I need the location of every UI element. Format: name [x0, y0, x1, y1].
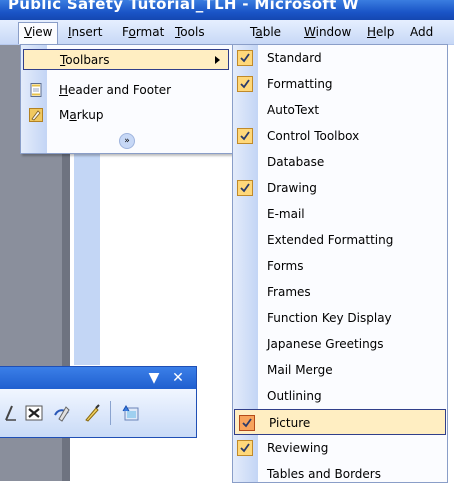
toolbar-item-extended-formatting[interactable]: Extended Formatting [233, 227, 447, 253]
toolbar-item-frames[interactable]: Frames [233, 279, 447, 305]
toolbar-separator [110, 401, 111, 425]
menu-bar: View Insert Format Tools Table Window He… [0, 20, 454, 45]
toolbar-item-formatting[interactable]: Formatting [233, 71, 447, 97]
toolbar-item-japanese-greetings[interactable]: Japanese Greetings [233, 331, 447, 357]
window-title: Public Safety Tutorial_TLH - Microsoft W [8, 0, 360, 13]
checkmark-icon [237, 128, 253, 144]
toolbar-item-label: Tables and Borders [267, 467, 381, 481]
menu-add-ins[interactable]: Add [405, 23, 438, 41]
toolbar-options-icon[interactable]: ▼ [146, 370, 162, 386]
toolbar-item-label: Function Key Display [267, 311, 392, 325]
crop-icon[interactable] [2, 403, 22, 423]
menu-window[interactable]: Window [299, 23, 356, 41]
toolbar-item-label: Outlining [267, 389, 322, 403]
picture-toolbar: ▼ ✕ [0, 366, 197, 438]
toolbar-item-label: Standard [267, 51, 322, 65]
toolbar-item-label: Database [267, 155, 325, 169]
picture-toolbar-body [0, 389, 196, 437]
reset-picture-icon[interactable] [120, 403, 140, 423]
markup-icon [29, 108, 43, 122]
checkmark-icon [237, 76, 253, 92]
view-menu-item-toolbars[interactable]: Toolbars [23, 49, 229, 70]
toolbar-item-label: AutoText [267, 103, 320, 117]
view-menu-item-header-footer[interactable]: Header and Footer [23, 80, 229, 101]
toolbar-item-tables-and-borders[interactable]: Tables and Borders [233, 461, 447, 482]
toolbar-item-label: Formatting [267, 77, 333, 91]
toolbar-item-database[interactable]: Database [233, 149, 447, 175]
toolbar-item-label: Extended Formatting [267, 233, 394, 247]
toolbar-item-picture[interactable]: Picture [234, 409, 446, 435]
header-footer-icon [30, 83, 42, 97]
toolbar-item-label: Picture [269, 416, 311, 430]
toolbar-item-standard[interactable]: Standard [233, 45, 447, 71]
menu-insert[interactable]: Insert [63, 23, 107, 41]
toolbar-item-forms[interactable]: Forms [233, 253, 447, 279]
view-menu-item-markup[interactable]: Markup [23, 105, 229, 126]
toolbar-item-label: E-mail [267, 207, 305, 221]
menu-view[interactable]: View [18, 22, 59, 44]
toolbar-item-label: Control Toolbox [267, 129, 360, 143]
toolbar-item-function-key-display[interactable]: Function Key Display [233, 305, 447, 331]
expand-chevron-icon[interactable]: » [119, 133, 135, 149]
picture-toolbar-titlebar[interactable]: ▼ ✕ [0, 367, 196, 389]
set-transparent-color-icon[interactable] [82, 403, 102, 423]
toolbar-item-autotext[interactable]: AutoText [233, 97, 447, 123]
toolbar-item-drawing[interactable]: Drawing [233, 175, 447, 201]
toolbar-item-reviewing[interactable]: Reviewing [233, 435, 447, 461]
toolbar-item-e-mail[interactable]: E-mail [233, 201, 447, 227]
checkmark-icon [237, 50, 253, 66]
toolbar-item-label: Forms [267, 259, 304, 273]
checkmark-icon [239, 415, 255, 431]
text-wrapping-icon[interactable] [24, 403, 44, 423]
toolbar-item-label: Drawing [267, 181, 317, 195]
close-icon[interactable]: ✕ [170, 370, 186, 386]
toolbar-item-outlining[interactable]: Outlining [233, 383, 447, 409]
menu-help[interactable]: Help [362, 23, 399, 41]
toolbar-item-label: Frames [267, 285, 311, 299]
menu-tools[interactable]: Tools [170, 23, 210, 41]
format-picture-icon[interactable] [52, 403, 72, 423]
toolbar-item-label: Reviewing [267, 441, 329, 455]
checkmark-icon [237, 180, 253, 196]
toolbar-item-label: Mail Merge [267, 363, 333, 377]
toolbar-item-control-toolbox[interactable]: Control Toolbox [233, 123, 447, 149]
menu-format[interactable]: Format [117, 23, 169, 41]
menu-table[interactable]: Table [245, 23, 286, 41]
view-menu: Toolbars Header and Footer Markup » [20, 44, 234, 154]
toolbar-item-label: Japanese Greetings [267, 337, 384, 351]
checkmark-icon [237, 440, 253, 456]
toolbar-item-mail-merge[interactable]: Mail Merge [233, 357, 447, 383]
submenu-arrow-icon [215, 56, 220, 64]
toolbars-submenu: Standard Formatting AutoText Control Toolbo… [232, 44, 448, 483]
window-titlebar: Public Safety Tutorial_TLH - Microsoft W [0, 0, 454, 20]
